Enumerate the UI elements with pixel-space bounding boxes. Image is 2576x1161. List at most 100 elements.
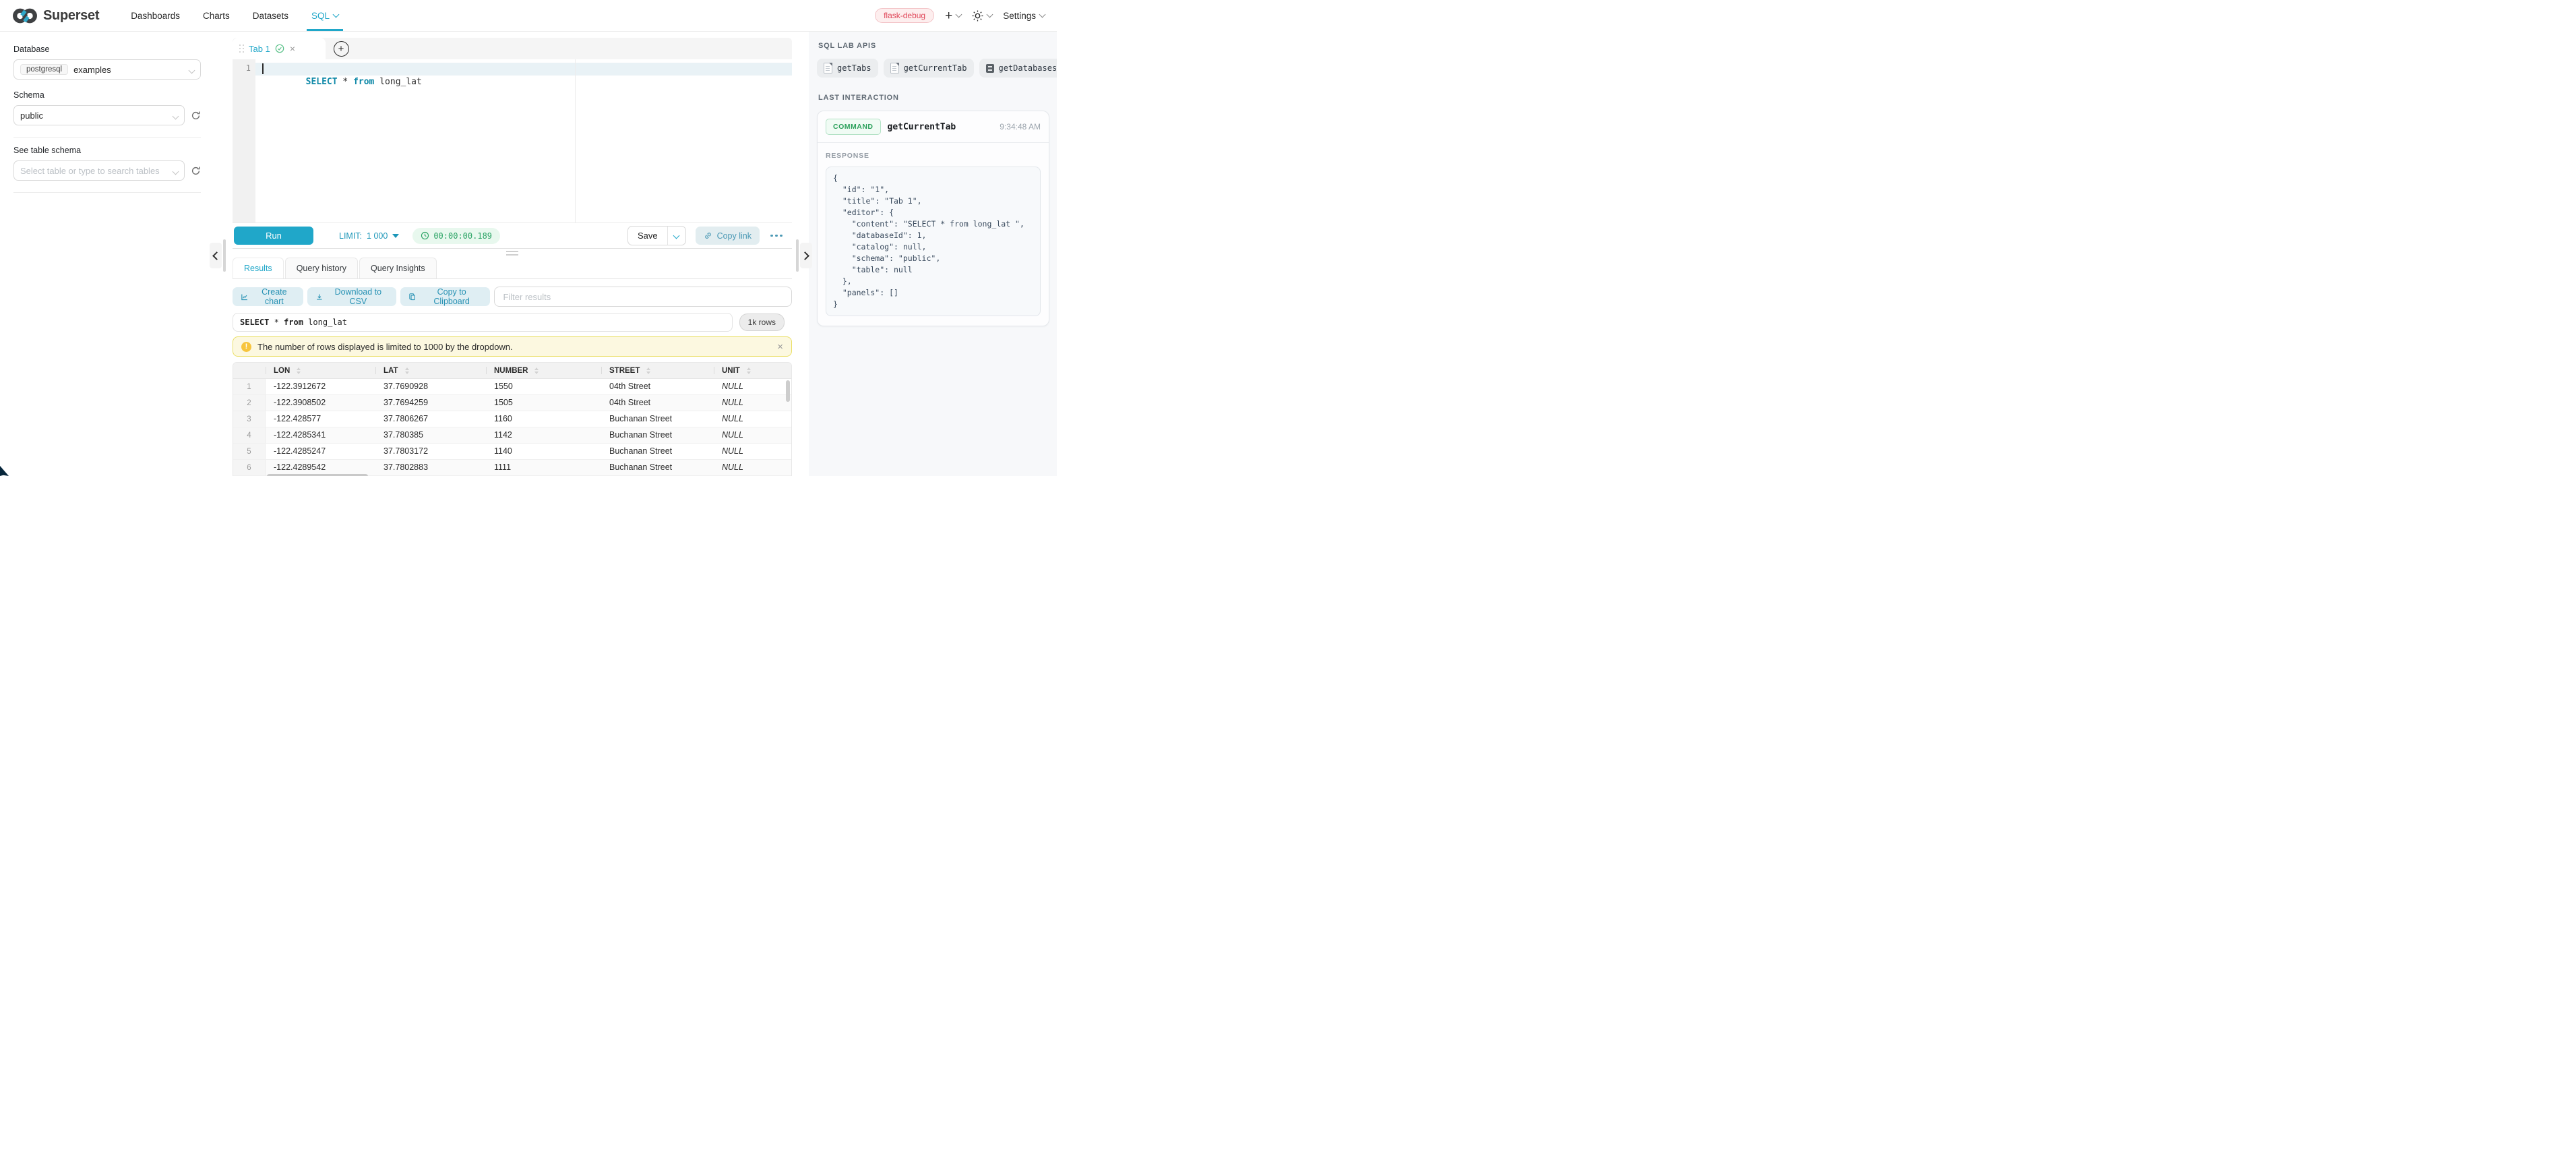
sort-icon[interactable] xyxy=(297,367,301,374)
get-tabs-button[interactable]: getTabs xyxy=(817,59,878,78)
expand-right-pane-button[interactable] xyxy=(800,243,812,268)
schema-label: Schema xyxy=(13,90,201,100)
left-pane-resize-handle[interactable] xyxy=(223,239,226,272)
sort-icon[interactable] xyxy=(534,367,539,374)
tab-query-history[interactable]: Query history xyxy=(285,258,358,278)
dismiss-warning-icon[interactable]: × xyxy=(777,342,783,352)
table-cell: -122.4285247 xyxy=(266,444,375,459)
chevron-left-icon xyxy=(212,251,221,260)
table-row: 1-122.391267237.7690928155004th StreetNU… xyxy=(233,379,791,395)
column-header-lat[interactable]: LAT xyxy=(375,363,486,378)
table-row: 2-122.390850237.7694259150504th StreetNU… xyxy=(233,395,791,411)
table-cell: NULL xyxy=(714,379,791,394)
chevron-down-icon xyxy=(173,113,179,120)
create-chart-button[interactable]: Create chart xyxy=(233,287,303,306)
limit-dropdown[interactable]: LIMIT: 1 000 xyxy=(339,231,399,241)
database-select[interactable]: postgresql examples xyxy=(13,59,201,80)
settings-menu[interactable]: Settings xyxy=(1003,11,1045,21)
warning-text: The number of rows displayed is limited … xyxy=(257,342,513,352)
divider xyxy=(13,192,201,193)
download-csv-button[interactable]: Download to CSV xyxy=(307,287,396,306)
get-current-tab-button[interactable]: getCurrentTab xyxy=(884,59,974,78)
new-tab-button[interactable]: + xyxy=(326,38,357,59)
results-table-body: 1-122.391267237.7690928155004th StreetNU… xyxy=(233,379,791,476)
table-cell: NULL xyxy=(714,444,791,459)
filter-results-input[interactable] xyxy=(494,287,792,307)
collapse-left-pane-button[interactable] xyxy=(210,243,222,268)
editor-toolbar: Run LIMIT: 1 000 00:00:00.189 Save xyxy=(233,222,792,249)
response-json: { "id": "1", "title": "Tab 1", "editor":… xyxy=(833,173,1033,310)
copy-icon xyxy=(408,293,417,301)
editor-tab-1[interactable]: Tab 1 × xyxy=(233,38,326,59)
sort-icon[interactable] xyxy=(405,367,409,374)
table-select[interactable]: Select table or type to search tables xyxy=(13,160,185,181)
chart-icon xyxy=(241,293,249,301)
timer-value: 00:00:00.189 xyxy=(433,231,492,241)
pane-resize-handle[interactable] xyxy=(506,251,518,258)
sort-icon[interactable] xyxy=(747,367,751,374)
tab-query-insights[interactable]: Query Insights xyxy=(359,258,437,278)
table-cell: 37.7806267 xyxy=(375,411,486,427)
nav-datasets[interactable]: Datasets xyxy=(241,0,300,31)
row-number: 5 xyxy=(233,444,266,459)
close-tab-icon[interactable]: × xyxy=(290,44,295,53)
sql-lab-app: Superset Dashboards Charts Datasets SQL … xyxy=(0,0,1057,476)
tab-results[interactable]: Results xyxy=(233,258,284,278)
table-cell: 37.7694259 xyxy=(375,395,486,411)
column-header-lon[interactable]: LON xyxy=(266,363,375,378)
table-cell: 37.7802883 xyxy=(375,460,486,475)
api-buttons: getTabs getCurrentTab getDatabases xyxy=(817,59,1049,78)
row-number: 4 xyxy=(233,427,266,443)
copy-link-button[interactable]: Copy link xyxy=(696,227,760,245)
row-number: 2 xyxy=(233,395,266,411)
command-badge: COMMAND xyxy=(826,119,881,135)
chevron-down-icon xyxy=(956,11,962,18)
save-dropdown-button[interactable] xyxy=(667,227,685,245)
clock-icon xyxy=(421,231,429,240)
run-button[interactable]: Run xyxy=(234,227,313,245)
nav-charts[interactable]: Charts xyxy=(191,0,241,31)
sql-code-line: SELECT * from long_lat xyxy=(264,63,422,76)
new-item-menu[interactable]: + xyxy=(945,9,961,22)
schema-select[interactable]: public xyxy=(13,105,185,125)
theme-menu[interactable] xyxy=(972,10,992,22)
db-engine-tag: postgresql xyxy=(20,64,68,75)
chevron-down-icon xyxy=(333,11,340,18)
superset-infinity-icon xyxy=(12,7,38,24)
drag-handle-icon xyxy=(239,44,244,53)
chevron-down-icon xyxy=(987,11,993,18)
nav-sql[interactable]: SQL xyxy=(300,0,350,31)
more-options-icon[interactable] xyxy=(770,235,783,237)
interaction-body: RESPONSE { "id": "1", "title": "Tab 1", … xyxy=(818,143,1049,326)
column-header-street[interactable]: STREET xyxy=(601,363,714,378)
row-number: 3 xyxy=(233,411,266,427)
results-table: LON LAT NUMBER STREET xyxy=(233,362,792,476)
document-icon xyxy=(890,63,899,73)
file-cabinet-icon xyxy=(986,64,994,73)
sort-icon[interactable] xyxy=(646,367,650,374)
superset-logo[interactable]: Superset xyxy=(12,0,99,31)
column-header-unit[interactable]: UNIT xyxy=(714,363,791,378)
vertical-scrollbar[interactable] xyxy=(786,380,790,402)
row-number-header xyxy=(233,363,266,378)
editor-tab-title: Tab 1 xyxy=(249,44,270,54)
refresh-tables-icon[interactable] xyxy=(191,166,201,176)
column-header-number[interactable]: NUMBER xyxy=(486,363,601,378)
caret-down-icon xyxy=(392,234,399,238)
nav-dashboards[interactable]: Dashboards xyxy=(119,0,191,31)
table-cell: -122.3912672 xyxy=(266,379,375,394)
horizontal-scrollbar[interactable] xyxy=(267,474,368,476)
save-button[interactable]: Save xyxy=(628,227,667,245)
command-timestamp: 9:34:48 AM xyxy=(1000,122,1041,131)
line-number: 1 xyxy=(233,59,255,73)
copy-clipboard-button[interactable]: Copy to Clipboard xyxy=(400,287,490,306)
table-cell: 1505 xyxy=(486,395,601,411)
refresh-schemas-icon[interactable] xyxy=(191,111,201,121)
last-interaction-card: COMMAND getCurrentTab 9:34:48 AM RESPONS… xyxy=(817,111,1049,326)
right-pane-resize-handle[interactable] xyxy=(796,239,799,272)
editor-tabstrip: Tab 1 × + xyxy=(233,38,792,59)
table-cell: Buchanan Street xyxy=(601,460,714,475)
get-databases-button[interactable]: getDatabases xyxy=(979,59,1057,78)
sql-code-editor[interactable]: 1 SELECT * from long_lat xyxy=(233,59,792,222)
table-row: 3-122.42857737.78062671160Buchanan Stree… xyxy=(233,411,791,427)
